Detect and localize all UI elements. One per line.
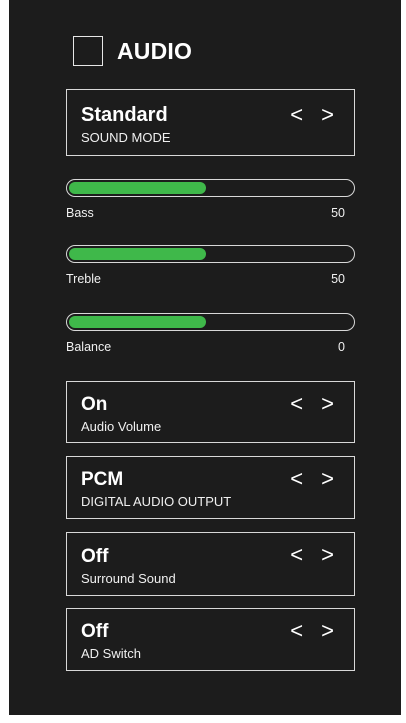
sound-mode-arrows-icon[interactable]: < > <box>290 102 340 128</box>
treble-label: Treble <box>66 272 101 286</box>
ad-switch-value: Off <box>81 621 109 642</box>
balance-label: Balance <box>66 340 112 354</box>
sound-mode-label: SOUND MODE <box>81 130 171 145</box>
ad-switch-label: AD Switch <box>81 646 141 661</box>
digital-audio-output-arrows-icon[interactable]: < > <box>290 466 340 492</box>
surround-sound-arrows-icon[interactable]: < > <box>290 542 340 568</box>
audio-volume-arrows-icon[interactable]: < > <box>290 391 340 417</box>
treble-slider-track[interactable] <box>66 245 355 263</box>
bass-label: Bass <box>66 206 94 220</box>
digital-audio-output-label: DIGITAL AUDIO OUTPUT <box>81 494 232 509</box>
sound-mode-value: Standard <box>81 104 168 126</box>
ad-switch-selector[interactable]: Off AD Switch < > <box>66 608 355 671</box>
bass-value: 50 <box>331 206 345 220</box>
balance-value: 0 <box>338 340 345 354</box>
screen-header: AUDIO <box>73 34 192 68</box>
audio-volume-selector[interactable]: On Audio Volume < > <box>66 381 355 443</box>
digital-audio-output-selector[interactable]: PCM DIGITAL AUDIO OUTPUT < > <box>66 456 355 519</box>
sound-mode-selector[interactable]: Standard SOUND MODE < > <box>66 89 355 156</box>
bass-slider-track[interactable] <box>66 179 355 197</box>
balance-slider-fill <box>69 316 206 328</box>
audio-volume-label: Audio Volume <box>81 419 162 434</box>
ad-switch-arrows-icon[interactable]: < > <box>290 618 340 644</box>
surround-sound-label: Surround Sound <box>81 571 176 586</box>
balance-slider-track[interactable] <box>66 313 355 331</box>
bass-slider-fill <box>69 182 206 194</box>
audio-checkbox-icon <box>73 36 103 66</box>
surround-sound-value: Off <box>81 546 109 567</box>
treble-value: 50 <box>331 272 345 286</box>
audio-volume-value: On <box>81 394 108 415</box>
digital-audio-output-value: PCM <box>81 469 124 490</box>
surround-sound-selector[interactable]: Off Surround Sound < > <box>66 532 355 596</box>
treble-slider-fill <box>69 248 206 260</box>
screen-title: AUDIO <box>117 37 193 64</box>
